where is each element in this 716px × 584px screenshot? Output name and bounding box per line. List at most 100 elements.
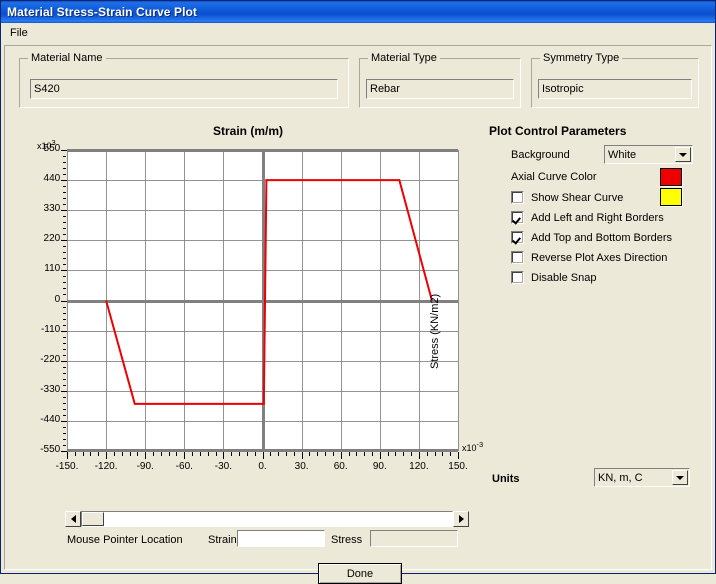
y-axis-minor-tick <box>63 396 66 398</box>
y-axis-minor-tick <box>63 402 66 404</box>
x-axis-tick-label: 60. <box>333 461 348 472</box>
stress-value-field[interactable] <box>370 530 458 547</box>
x-axis-minor-tick <box>387 452 389 456</box>
y-axis-minor-tick <box>63 384 66 386</box>
checkbox-disable-snap[interactable]: Disable Snap <box>511 271 596 284</box>
y-axis-tick-label: -330. <box>40 383 63 395</box>
x-axis-tick-label: -120. <box>94 461 118 472</box>
y-axis-tick-label: 110. <box>44 263 63 275</box>
material-name-caption: Material Name <box>28 52 106 64</box>
checkbox-icon-disable-snap[interactable] <box>511 271 524 284</box>
strain-value-field[interactable] <box>237 530 325 547</box>
y-axis-minor-tick <box>63 312 66 314</box>
checkbox-add-left-and-right-borders[interactable]: Add Left and Right Borders <box>511 211 664 224</box>
checkbox-label-disable-snap: Disable Snap <box>531 271 597 284</box>
x-axis-minor-tick <box>184 452 186 456</box>
material-type-field[interactable]: Rebar <box>366 79 514 99</box>
y-axis-minor-tick <box>63 318 66 320</box>
x-axis-minor-tick <box>442 452 444 456</box>
x-axis-tick-label: 90. <box>372 461 387 472</box>
material-name-field[interactable]: S420 <box>30 79 338 99</box>
x-axis-minor-tick <box>153 452 155 456</box>
y-axis-minor-tick <box>63 300 66 302</box>
checkbox-icon-show-shear-curve[interactable] <box>511 191 524 204</box>
x-axis-minor-tick <box>426 452 428 456</box>
scroll-right-button[interactable] <box>453 511 469 527</box>
y-axis-minor-tick <box>63 192 66 194</box>
x-axis-minor-tick <box>340 452 342 456</box>
x-axis-tick-label: -90. <box>136 461 154 472</box>
chevron-down-icon[interactable] <box>675 147 691 162</box>
checkbox-icon-add-left-and-right-borders[interactable] <box>511 211 524 224</box>
checkbox-reverse-plot-axes-direction[interactable]: Reverse Plot Axes Direction <box>511 251 667 264</box>
y-axis-minor-tick <box>63 390 66 392</box>
x-axis-minor-tick <box>371 452 373 456</box>
scroll-left-button[interactable] <box>65 511 81 527</box>
symmetry-type-field[interactable]: Isotropic <box>538 79 692 99</box>
y-axis-minor-tick <box>63 216 66 218</box>
x-axis-tick-label: -60. <box>175 461 193 472</box>
background-select-value: White <box>608 148 637 161</box>
y-axis-minor-tick <box>63 324 66 326</box>
y-axis-tick-label: 220. <box>43 233 63 245</box>
x-axis-minor-tick <box>411 452 413 456</box>
x-axis-minor-tick <box>246 452 248 456</box>
x-axis-tick-label: -150. <box>55 461 79 472</box>
checkbox-icon-add-top-and-bottom-borders[interactable] <box>511 231 524 244</box>
y-axis-minor-tick <box>63 360 66 362</box>
x-axis-minor-tick <box>254 452 256 456</box>
x-axis-minor-tick <box>121 452 123 456</box>
x-axis-tick-label: 120. <box>409 461 429 472</box>
y-axis-tick-label: 440. <box>43 173 63 185</box>
y-axis-minor-tick <box>63 240 66 242</box>
x-axis-minor-tick <box>74 452 76 456</box>
shear-curve-color-swatch[interactable] <box>660 188 682 206</box>
plot-horizontal-scrollbar[interactable] <box>65 511 469 527</box>
plot-area: Strain (m/m) x103 Stress (KN/m2) x10-3 5… <box>19 124 483 492</box>
curve-axial-curve <box>105 179 433 405</box>
y-axis-minor-tick <box>63 336 66 338</box>
x-axis-minor-tick <box>293 452 295 456</box>
menu-bar: File <box>1 23 715 43</box>
x-axis-minor-tick <box>332 452 334 456</box>
stress-label: Stress <box>331 534 363 546</box>
scrollbar-track[interactable] <box>81 511 453 527</box>
x-axis-minor-tick <box>98 452 100 456</box>
background-label: Background <box>511 149 570 161</box>
scrollbar-thumb[interactable] <box>82 512 104 526</box>
x-axis-minor-tick <box>215 452 217 456</box>
y-axis-minor-tick <box>63 276 66 278</box>
y-axis-minor-tick <box>63 222 66 224</box>
background-select[interactable]: White <box>604 145 693 164</box>
units-select[interactable]: KN, m, C <box>594 468 690 487</box>
stress-strain-curve <box>105 179 433 405</box>
menu-item-file[interactable]: File <box>4 25 34 41</box>
axial-curve-color-label: Axial Curve Color <box>511 171 597 183</box>
chevron-down-icon-units[interactable] <box>672 470 688 485</box>
x-axis-minor-tick <box>364 452 366 456</box>
plot-control-panel: Plot Control Parameters Background White… <box>489 124 705 484</box>
y-axis-minor-tick <box>63 408 66 410</box>
x-axis-minor-tick <box>301 452 303 456</box>
symmetry-type-caption: Symmetry Type <box>540 52 623 64</box>
y-axis-tick-label: 330. <box>43 203 63 215</box>
y-axis-minor-tick <box>63 168 66 170</box>
checkbox-show-shear-curve[interactable]: Show Shear Curve <box>511 191 623 204</box>
x-axis-minor-tick <box>145 452 147 456</box>
control-panel-heading: Plot Control Parameters <box>489 124 627 138</box>
y-axis-minor-tick <box>63 228 66 230</box>
y-axis-minor-tick <box>63 426 66 428</box>
checkbox-add-top-and-bottom-borders[interactable]: Add Top and Bottom Borders <box>511 231 672 244</box>
axial-curve-color-swatch[interactable] <box>660 168 682 186</box>
x-axis-exponent: x10-3 <box>462 440 484 453</box>
x-axis-tick-label: 30. <box>294 461 309 472</box>
x-axis-minor-tick <box>199 452 201 456</box>
x-axis-minor-tick <box>113 452 115 456</box>
x-axis-minor-tick <box>192 452 194 456</box>
x-axis-minor-tick <box>278 452 280 456</box>
checkbox-icon-reverse-plot-axes-direction[interactable] <box>511 251 524 264</box>
y-axis-minor-tick <box>63 330 66 332</box>
x-axis-minor-tick <box>309 452 311 456</box>
y-axis-minor-tick <box>63 438 66 440</box>
x-axis-tick-label: 0. <box>258 461 267 472</box>
